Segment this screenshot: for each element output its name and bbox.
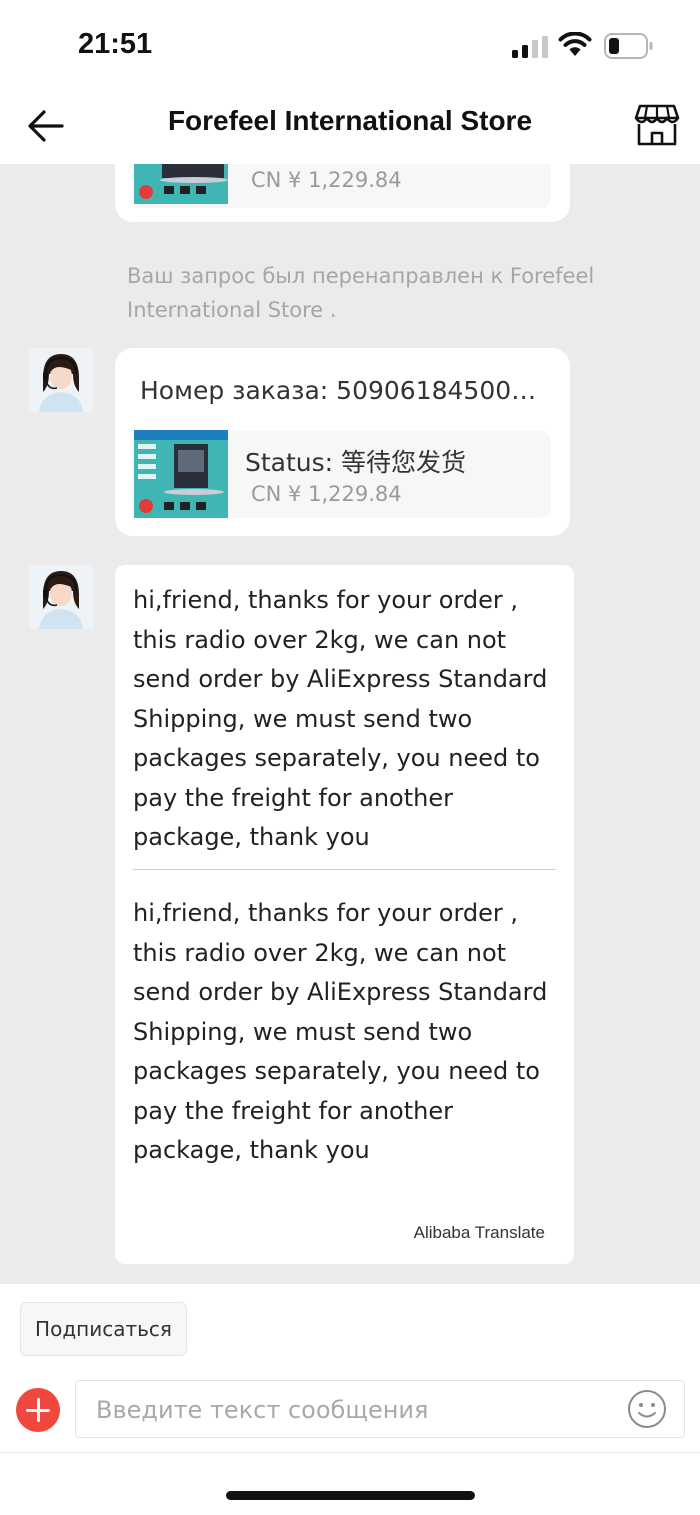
message-input-box[interactable] xyxy=(75,1380,685,1439)
product-price: CN ¥ 1,229.84 xyxy=(251,168,402,192)
chat-area[interactable]: CN ¥ 1,229.84 Ваш запрос был перенаправл… xyxy=(0,164,700,1284)
smiley-icon[interactable] xyxy=(627,1389,667,1429)
home-indicator[interactable] xyxy=(226,1491,475,1500)
back-button[interactable] xyxy=(24,104,68,148)
order-price: CN ¥ 1,229.84 xyxy=(251,482,402,506)
divider xyxy=(0,1452,700,1453)
seller-avatar xyxy=(29,348,93,412)
product-card[interactable]: CN ¥ 1,229.84 xyxy=(132,164,551,208)
message-input[interactable] xyxy=(94,1381,618,1439)
signal-icon xyxy=(512,36,548,58)
order-status: Status: 等待您发货 xyxy=(245,448,467,477)
status-time: 21:51 xyxy=(78,28,153,60)
store-icon[interactable] xyxy=(634,102,680,148)
system-message: Ваш запрос был перенаправлен к Forefeel … xyxy=(127,264,595,322)
arrow-left-icon xyxy=(28,110,64,142)
plus-circle-icon[interactable] xyxy=(16,1388,60,1432)
seller-avatar xyxy=(29,565,93,629)
message-translated-text: hi,friend, thanks for your order , this … xyxy=(133,899,548,1164)
order-number[interactable]: Номер заказа: 5090618450070... xyxy=(140,376,550,405)
message-original-text: hi,friend, thanks for your order , this … xyxy=(133,586,548,851)
seller-message-bubble: hi,friend, thanks for your order , this … xyxy=(115,565,574,1264)
composer: Подписаться xyxy=(0,1284,700,1515)
order-bubble-top: CN ¥ 1,229.84 xyxy=(115,164,570,222)
product-thumbnail xyxy=(134,164,228,204)
product-thumbnail xyxy=(134,430,228,518)
nav-bar: Forefeel International Store xyxy=(0,92,700,164)
order-product-card[interactable]: Status: 等待您发货 CN ¥ 1,229.84 xyxy=(132,430,551,518)
battery-icon xyxy=(604,33,653,59)
translation-divider xyxy=(133,869,556,870)
translation-source: Alibaba Translate xyxy=(413,1223,545,1242)
wifi-icon xyxy=(558,32,592,56)
subscribe-button[interactable]: Подписаться xyxy=(20,1302,187,1356)
page-title: Forefeel International Store xyxy=(167,105,533,136)
status-bar: 21:51 xyxy=(0,0,700,92)
order-bubble: Номер заказа: 5090618450070... Status: 等… xyxy=(115,348,570,536)
